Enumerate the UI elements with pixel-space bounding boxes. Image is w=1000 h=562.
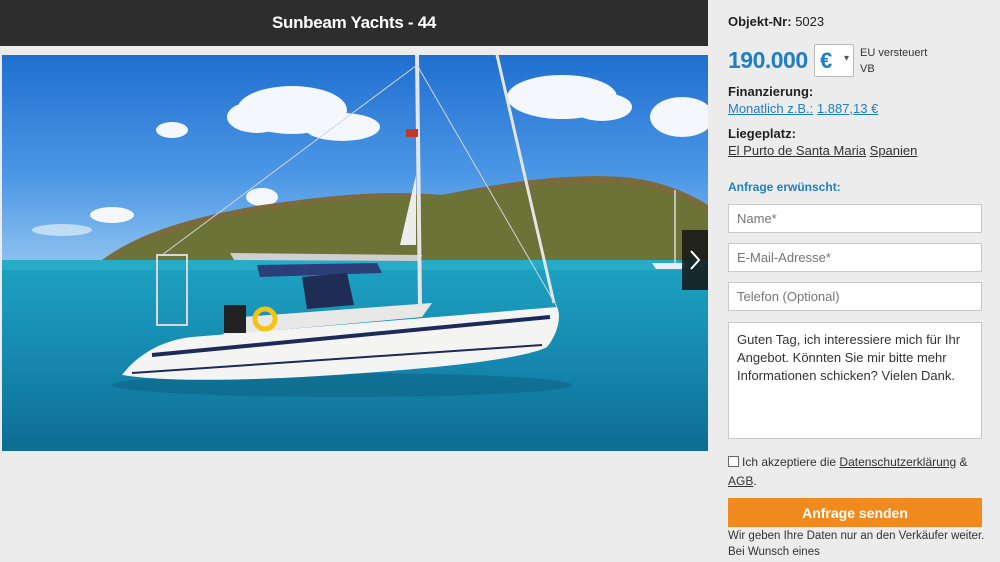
next-image-button[interactable] xyxy=(682,230,708,290)
financing-monthly-link[interactable]: Monatlich z.B.: xyxy=(728,101,813,116)
berth-country-link[interactable]: Spanien xyxy=(870,143,918,158)
berth-place-link[interactable]: El Purto de Santa Maria xyxy=(728,143,866,158)
inquiry-heading: Anfrage erwünscht: xyxy=(728,180,841,194)
consent-checkbox[interactable] xyxy=(728,456,739,467)
financing-line: Monatlich z.B.: 1.887,13 € xyxy=(728,101,878,116)
phone-input[interactable] xyxy=(728,282,982,311)
object-number-label: Objekt-Nr: xyxy=(728,14,792,29)
yacht-photo[interactable] xyxy=(2,55,708,451)
chevron-down-icon: ▾ xyxy=(843,53,849,64)
privacy-note: Wir geben Ihre Daten nur an den Verkäufe… xyxy=(728,530,985,558)
consent-text: Ich akzeptiere die xyxy=(742,455,837,469)
object-number-value: 5023 xyxy=(795,14,825,29)
name-input[interactable] xyxy=(728,204,982,233)
chevron-right-icon xyxy=(690,250,701,270)
agb-link[interactable]: AGB xyxy=(728,474,753,488)
object-number: Objekt-Nr: 5023 xyxy=(728,14,824,29)
price-negotiable: VB xyxy=(860,63,875,75)
message-textarea[interactable]: Guten Tag, ich interessiere mich für Ihr… xyxy=(728,322,982,439)
berth-label: Liegeplatz: xyxy=(728,126,796,141)
berth-line: El Purto de Santa Maria Spanien xyxy=(728,143,917,158)
tax-status: EU versteuert xyxy=(860,47,928,59)
price-amount: 190.000 xyxy=(728,47,808,73)
financing-amount-link[interactable]: 1.887,13 € xyxy=(817,101,878,116)
listing-title: Sunbeam Yachts - 44 xyxy=(0,0,708,46)
consent-amp: & xyxy=(959,455,968,469)
currency-value: € xyxy=(820,48,833,73)
financing-label: Finanzierung: xyxy=(728,84,814,99)
consent-row: Ich akzeptiere die Datenschutzerklärung … xyxy=(728,453,990,491)
send-inquiry-button[interactable]: Anfrage senden xyxy=(728,498,982,527)
privacy-policy-link[interactable]: Datenschutzerklärung xyxy=(839,455,956,469)
consent-period: . xyxy=(753,474,757,488)
price-row: 190.000 € ▾ EU versteuert VB xyxy=(728,44,983,78)
tax-info: EU versteuert VB xyxy=(860,45,927,77)
email-input[interactable] xyxy=(728,243,982,272)
currency-select[interactable]: € ▾ xyxy=(814,44,854,77)
